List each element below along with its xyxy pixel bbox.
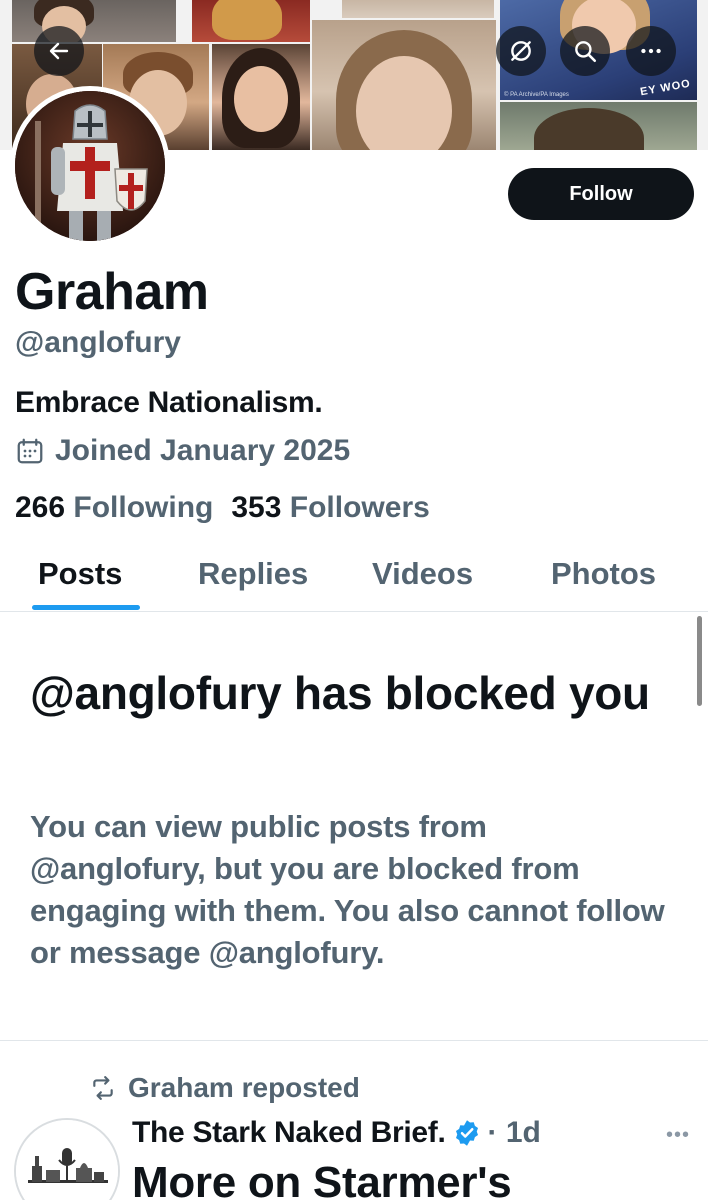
back-button[interactable] — [34, 26, 84, 76]
banner-photo — [212, 44, 310, 150]
profile-stats: 266 Following 353 Followers — [15, 491, 430, 525]
followers-link[interactable]: 353 Followers — [231, 491, 429, 525]
scrollbar[interactable] — [697, 616, 702, 706]
banner-photo — [192, 0, 310, 42]
post-more-icon[interactable]: ••• — [666, 1124, 690, 1147]
profile-handle: @anglofury — [15, 326, 181, 359]
repost-label: Graham reposted — [128, 1072, 360, 1103]
blocked-description: You can view public posts from @anglofur… — [30, 809, 665, 970]
podcast-logo-image — [16, 1120, 118, 1200]
active-tab-indicator — [32, 605, 140, 610]
more-horizontal-icon — [641, 48, 661, 54]
following-label: Following — [73, 491, 214, 524]
search-button[interactable] — [560, 26, 610, 76]
joined-date-text: Joined January 2025 — [55, 434, 351, 467]
joined-date: Joined January 2025 — [15, 434, 350, 468]
section-divider — [0, 1040, 708, 1041]
post-author-name[interactable]: The Stark Naked Brief. — [132, 1116, 446, 1150]
banner-photo — [312, 20, 496, 150]
profile-avatar[interactable] — [10, 86, 170, 246]
profile-name: Graham — [15, 263, 209, 321]
tab-videos[interactable]: Videos — [372, 556, 473, 592]
repost-indicator: Graham reposted — [88, 1072, 360, 1104]
more-options-button[interactable] — [626, 26, 676, 76]
grok-icon — [511, 41, 531, 61]
post-author-avatar[interactable] — [14, 1118, 120, 1200]
banner-caption: © PA Archive/PA Images — [504, 92, 569, 98]
follow-button[interactable]: Follow — [508, 168, 694, 220]
followers-count: 353 — [231, 491, 282, 524]
post-time: 1d — [505, 1116, 541, 1149]
calendar-icon — [17, 438, 43, 464]
tab-posts[interactable]: Posts — [38, 556, 122, 592]
verified-badge-icon — [455, 1120, 478, 1146]
blocked-title: @anglofury has blocked you — [30, 667, 650, 719]
post-timestamp[interactable]: · 1d — [488, 1116, 541, 1150]
arrow-left-icon — [49, 42, 69, 60]
search-icon — [575, 41, 597, 63]
following-count: 266 — [15, 491, 66, 524]
repost-icon — [93, 1076, 113, 1100]
banner-photo — [342, 0, 494, 18]
knight-avatar-image — [15, 91, 165, 241]
banner-photo — [500, 102, 697, 150]
tab-photos[interactable]: Photos — [551, 556, 656, 592]
tab-replies[interactable]: Replies — [198, 556, 308, 592]
profile-bio: Embrace Nationalism. — [15, 386, 323, 419]
post-header: The Stark Naked Brief. · 1d — [132, 1116, 541, 1150]
post-text[interactable]: More on Starmer's — [132, 1158, 512, 1200]
profile-tabs: Posts Replies Videos Photos — [0, 548, 708, 612]
followers-label: Followers — [289, 491, 430, 524]
grok-button[interactable] — [496, 26, 546, 76]
banner-photo — [12, 0, 176, 42]
following-link[interactable]: 266 Following — [15, 491, 213, 525]
